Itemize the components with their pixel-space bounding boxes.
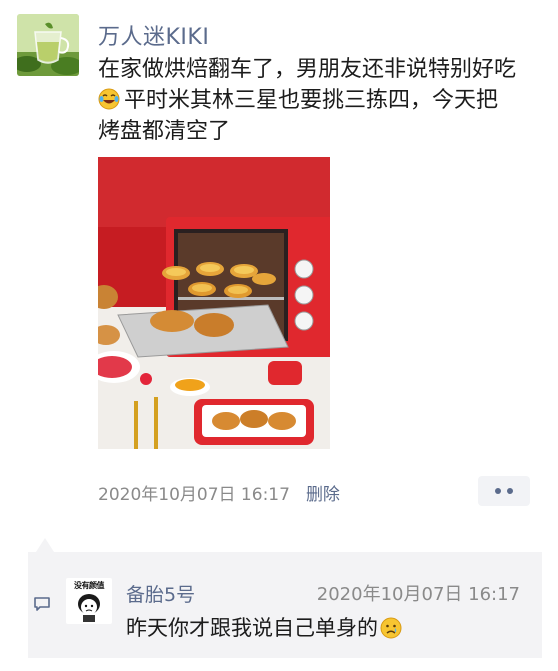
- comment-text-content: 昨天你才跟我说自己单身的: [126, 616, 378, 640]
- comment-text[interactable]: 昨天你才跟我说自己单身的: [126, 612, 402, 642]
- poster-name[interactable]: 万人迷KIKI: [98, 19, 209, 51]
- more-dots-icon: [495, 488, 501, 494]
- more-actions-button[interactable]: [478, 476, 530, 506]
- post-text-line-1: 在家做烘焙翻车了，男朋友还非说特别好吃: [98, 57, 517, 82]
- post-photo[interactable]: [98, 157, 330, 449]
- commenter-avatar[interactable]: 没有颜值: [66, 578, 112, 624]
- sad-tear-emoji-icon: [380, 617, 402, 639]
- post-meta-row: 2020年10月07日 16:17 删除: [98, 480, 340, 505]
- post-text-line-2: 平时米其林三星也要挑三拣四，今天把: [98, 85, 546, 116]
- comment-bubble-icon: [33, 596, 51, 612]
- comment-area-caret: [36, 538, 54, 552]
- more-dots-icon: [507, 488, 513, 494]
- post-text: 在家做烘焙翻车了，男朋友还非说特别好吃 平时米其林三星也要挑三拣四，今天把 烤盘…: [98, 54, 546, 147]
- post-text-line-2-text: 平时米其林三星也要挑三拣四，今天把: [124, 88, 499, 113]
- comment-timestamp: 2020年10月07日 16:17: [316, 584, 520, 605]
- poster-avatar[interactable]: [17, 14, 79, 76]
- laughing-emoji-icon: [98, 88, 120, 110]
- commenter-avatar-caption: 没有颜值: [74, 581, 105, 590]
- delete-post-button[interactable]: 删除: [306, 485, 340, 505]
- post-text-line-3: 烤盘都清空了: [98, 119, 231, 144]
- post-timestamp: 2020年10月07日 16:17: [98, 485, 290, 505]
- commenter-name[interactable]: 备胎5号: [126, 580, 195, 607]
